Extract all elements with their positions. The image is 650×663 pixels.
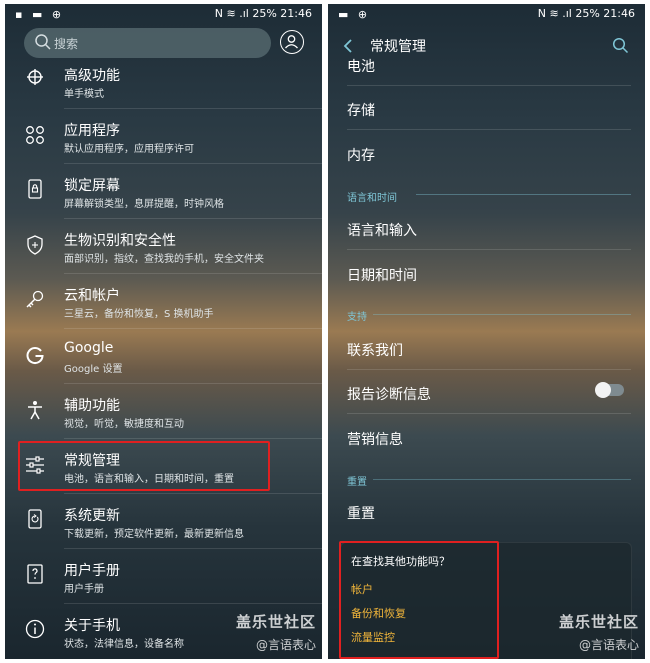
- notification-icons: ▬ ⊕: [338, 8, 371, 21]
- item-date-time[interactable]: 日期和时间: [347, 265, 417, 285]
- advanced-features-icon: [27, 69, 43, 85]
- search-placeholder: 搜索: [54, 37, 79, 51]
- page-title: 常规管理: [370, 39, 426, 55]
- item-diagnostics[interactable]: 报告诊断信息: [347, 384, 431, 404]
- section-divider: [416, 194, 631, 195]
- divider: [64, 108, 322, 109]
- item-title: 辅助功能: [64, 398, 120, 414]
- section-header-language-time: 语言和时间: [347, 193, 397, 204]
- item-title: Google: [64, 340, 114, 356]
- item-title: 锁定屏幕: [64, 178, 120, 194]
- section-header-reset: 重置: [347, 477, 367, 488]
- section-divider: [373, 479, 631, 480]
- divider: [347, 249, 631, 250]
- item-battery[interactable]: 电池: [347, 56, 375, 76]
- toggle-knob: [595, 382, 611, 398]
- search-icon[interactable]: [612, 37, 629, 54]
- divider: [347, 85, 631, 86]
- app-bar: 常规管理: [328, 28, 645, 64]
- account-avatar-button[interactable]: [280, 30, 304, 54]
- item-subtitle: Google 设置: [64, 364, 123, 375]
- item-storage[interactable]: 存储: [347, 100, 375, 120]
- highlight-box: [18, 441, 270, 491]
- divider: [64, 548, 322, 549]
- section-divider: [373, 314, 631, 315]
- divider: [64, 438, 322, 439]
- item-subtitle: 面部识别，指纹，查找我的手机，安全文件夹: [64, 254, 264, 265]
- status-info: N ≋ .ıl 25% 21:46: [214, 7, 312, 20]
- item-subtitle: 单手模式: [64, 89, 104, 100]
- status-info: N ≋ .ıl 25% 21:46: [537, 7, 635, 20]
- info-icon: [25, 619, 45, 639]
- divider: [64, 383, 322, 384]
- person-icon: [285, 35, 298, 49]
- divider: [64, 273, 322, 274]
- item-memory[interactable]: 内存: [347, 145, 375, 165]
- item-contact-us[interactable]: 联系我们: [347, 340, 403, 360]
- back-arrow-icon[interactable]: [342, 39, 354, 53]
- item-title: 用户手册: [64, 563, 120, 579]
- watermark-brand: 盖乐世社区: [235, 613, 316, 631]
- divider: [347, 413, 631, 414]
- watermark-brand: 盖乐世社区: [558, 613, 639, 631]
- item-subtitle: 视觉，听觉，敏捷度和互动: [64, 419, 184, 430]
- key-icon: [26, 290, 44, 308]
- item-title: 高级功能: [64, 68, 120, 84]
- item-reset[interactable]: 重置: [347, 503, 375, 523]
- section-header-support: 支持: [347, 312, 367, 323]
- item-subtitle: 状态，法律信息，设备名称: [64, 639, 184, 650]
- notification-icons: ▪ ▬ ⊕: [15, 8, 65, 21]
- system-update-icon: [28, 509, 42, 529]
- item-title: 云和帐户: [64, 288, 120, 304]
- search-icon: [35, 34, 51, 50]
- google-icon: [26, 347, 44, 365]
- status-bar: ▪ ▬ ⊕ N ≋ .ıl 25% 21:46: [5, 4, 322, 24]
- divider: [347, 369, 631, 370]
- search-input[interactable]: 搜索: [24, 28, 271, 58]
- accessibility-icon: [28, 401, 42, 420]
- item-title: 应用程序: [64, 123, 120, 139]
- item-subtitle: 默认应用程序，应用程序许可: [64, 144, 194, 155]
- item-subtitle: 三星云，备份和恢复，S 换机助手: [64, 309, 214, 320]
- divider: [347, 129, 631, 130]
- item-subtitle: 下载更新，预定软件更新，最新更新信息: [64, 529, 244, 540]
- item-subtitle: 屏幕解锁类型，息屏提醒，时钟风格: [64, 199, 224, 210]
- divider: [64, 493, 322, 494]
- item-title: 生物识别和安全性: [64, 233, 176, 249]
- divider: [64, 163, 322, 164]
- watermark: 盖乐世社区 @言语表心: [236, 611, 316, 653]
- lock-screen-icon: [28, 179, 42, 199]
- item-language-input[interactable]: 语言和输入: [347, 220, 417, 240]
- status-bar: ▬ ⊕ N ≋ .ıl 25% 21:46: [328, 4, 645, 24]
- divider: [64, 218, 322, 219]
- divider: [64, 328, 322, 329]
- general-management-screen: ▬ ⊕ N ≋ .ıl 25% 21:46 常规管理 电池 存储 内存 语言和时…: [328, 4, 645, 659]
- manual-icon: [27, 564, 43, 584]
- watermark: 盖乐世社区 @言语表心: [559, 611, 639, 653]
- item-marketing[interactable]: 营销信息: [347, 429, 403, 449]
- apps-icon: [26, 126, 44, 144]
- diagnostics-toggle[interactable]: [595, 382, 624, 398]
- divider: [64, 603, 322, 604]
- shield-icon: [27, 235, 43, 255]
- item-title: 系统更新: [64, 508, 120, 524]
- item-title: 关于手机: [64, 618, 120, 634]
- highlight-box: [339, 541, 499, 659]
- watermark-author: @言语表心: [255, 638, 316, 652]
- settings-screen: ▪ ▬ ⊕ N ≋ .ıl 25% 21:46 搜索 高级功能 单手模式 应用程…: [5, 4, 322, 659]
- item-subtitle: 用户手册: [64, 584, 104, 595]
- watermark-author: @言语表心: [578, 638, 639, 652]
